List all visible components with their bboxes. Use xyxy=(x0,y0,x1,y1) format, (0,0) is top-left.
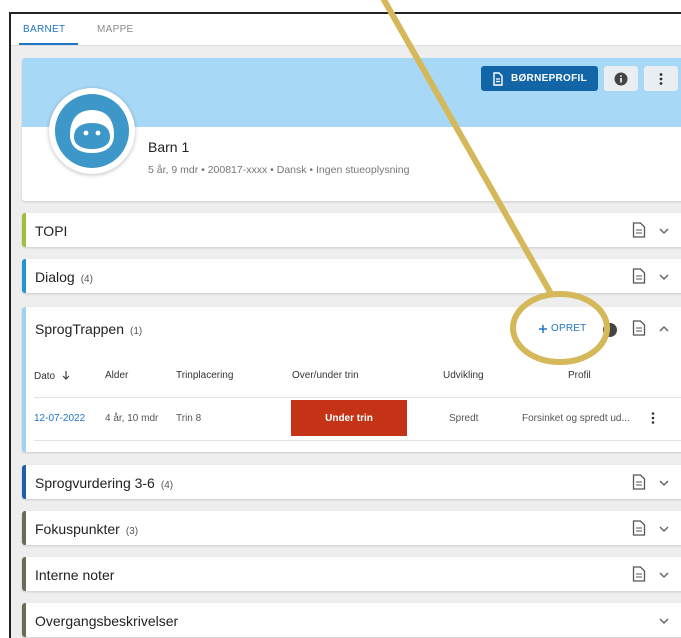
column-header-step[interactable]: Trinplacering xyxy=(176,370,233,381)
row-profile: Forsinket og spredt ud... xyxy=(522,413,630,424)
column-header-date[interactable]: Dato xyxy=(34,370,71,382)
row-development: Spredt xyxy=(449,413,479,424)
section-count: (3) xyxy=(125,526,139,537)
section-count: (1) xyxy=(129,326,143,337)
plus-icon xyxy=(539,324,547,333)
avatar xyxy=(49,88,135,174)
child-profile-button[interactable]: BØRNEPROFIL xyxy=(481,66,598,91)
section-title: Sprogvurdering 3-6 (4) xyxy=(35,475,174,491)
arrow-down-icon xyxy=(62,371,70,380)
tab-barnet[interactable]: BARNET xyxy=(23,24,65,35)
more-options-button[interactable] xyxy=(644,66,678,91)
info-icon xyxy=(614,72,628,85)
chevron-down-icon[interactable] xyxy=(658,616,670,626)
tab-mappe[interactable]: MAPPE xyxy=(97,24,134,35)
section-sprogvurdering[interactable]: Sprogvurdering 3-6 (4) xyxy=(22,465,681,499)
section-count: (4) xyxy=(80,274,93,285)
section-title: Dialog (4) xyxy=(35,269,93,285)
section-fokuspunkter[interactable]: Fokuspunkter (3) xyxy=(22,511,681,545)
row-more-icon[interactable] xyxy=(651,411,655,425)
document-icon[interactable] xyxy=(632,222,646,238)
document-icon[interactable] xyxy=(632,566,646,582)
document-icon xyxy=(493,71,503,86)
chevron-down-icon[interactable] xyxy=(658,226,670,236)
section-overgangsbeskrivelser[interactable]: Overgangsbeskrivelser xyxy=(22,603,681,637)
section-title: SprogTrappen (1) xyxy=(35,321,143,337)
create-button-label: OPRET xyxy=(551,323,587,334)
section-accent xyxy=(22,213,26,247)
section-accent xyxy=(22,603,26,637)
chevron-down-icon[interactable] xyxy=(658,524,670,534)
document-icon[interactable] xyxy=(632,320,646,336)
child-profile-button-label: BØRNEPROFIL xyxy=(510,73,588,84)
table-divider xyxy=(34,440,681,441)
section-topi[interactable]: TOPI xyxy=(22,213,681,247)
child-details: 5 år, 9 mdr • 200817-xxxx • Dansk • Inge… xyxy=(148,164,410,176)
section-title: Fokuspunkter (3) xyxy=(35,521,139,537)
document-icon[interactable] xyxy=(632,520,646,536)
section-accent xyxy=(22,465,26,499)
row-age: 4 år, 10 mdr xyxy=(105,413,159,424)
document-icon[interactable] xyxy=(632,268,646,284)
tab-bar: BARNET MAPPE xyxy=(11,14,681,46)
section-accent xyxy=(22,307,26,452)
section-title: Interne noter xyxy=(35,567,115,583)
table-divider xyxy=(34,397,681,398)
section-sprogtrappen: SprogTrappen (1) OPRET Dato Alder Trinpl… xyxy=(22,307,681,452)
chevron-down-icon[interactable] xyxy=(658,272,670,282)
column-header-development[interactable]: Udvikling xyxy=(443,370,484,381)
kebab-menu-icon xyxy=(659,72,663,85)
app-frame: BARNET MAPPE BØRNEPROFIL Barn 1 5 år, 9 … xyxy=(9,12,681,638)
section-count: (4) xyxy=(160,480,174,491)
section-title: Overgangsbeskrivelser xyxy=(35,613,179,629)
child-name: Barn 1 xyxy=(148,139,190,155)
info-button[interactable] xyxy=(604,66,638,91)
status-badge: Under trin xyxy=(291,400,407,436)
chevron-up-icon[interactable] xyxy=(658,324,670,334)
column-header-age[interactable]: Alder xyxy=(105,370,128,381)
section-accent xyxy=(22,259,26,293)
row-date-link[interactable]: 12-07-2022 xyxy=(34,413,85,424)
section-dialog[interactable]: Dialog (4) xyxy=(22,259,681,293)
document-icon[interactable] xyxy=(632,474,646,490)
chevron-down-icon[interactable] xyxy=(658,478,670,488)
child-profile-card: BØRNEPROFIL Barn 1 5 år, 9 mdr • 200817-… xyxy=(22,58,681,201)
child-face-icon xyxy=(55,94,129,168)
column-header-profile[interactable]: Profil xyxy=(568,370,591,381)
section-title: TOPI xyxy=(35,223,68,239)
active-tab-indicator xyxy=(19,43,78,45)
create-button[interactable]: OPRET xyxy=(538,323,586,334)
chevron-down-icon[interactable] xyxy=(658,570,670,580)
row-step: Trin 8 xyxy=(176,413,202,424)
column-header-over-under[interactable]: Over/under trin xyxy=(292,370,359,381)
section-accent xyxy=(22,511,26,545)
section-interne-noter[interactable]: Interne noter xyxy=(22,557,681,591)
info-icon[interactable] xyxy=(603,323,617,337)
section-accent xyxy=(22,557,26,591)
